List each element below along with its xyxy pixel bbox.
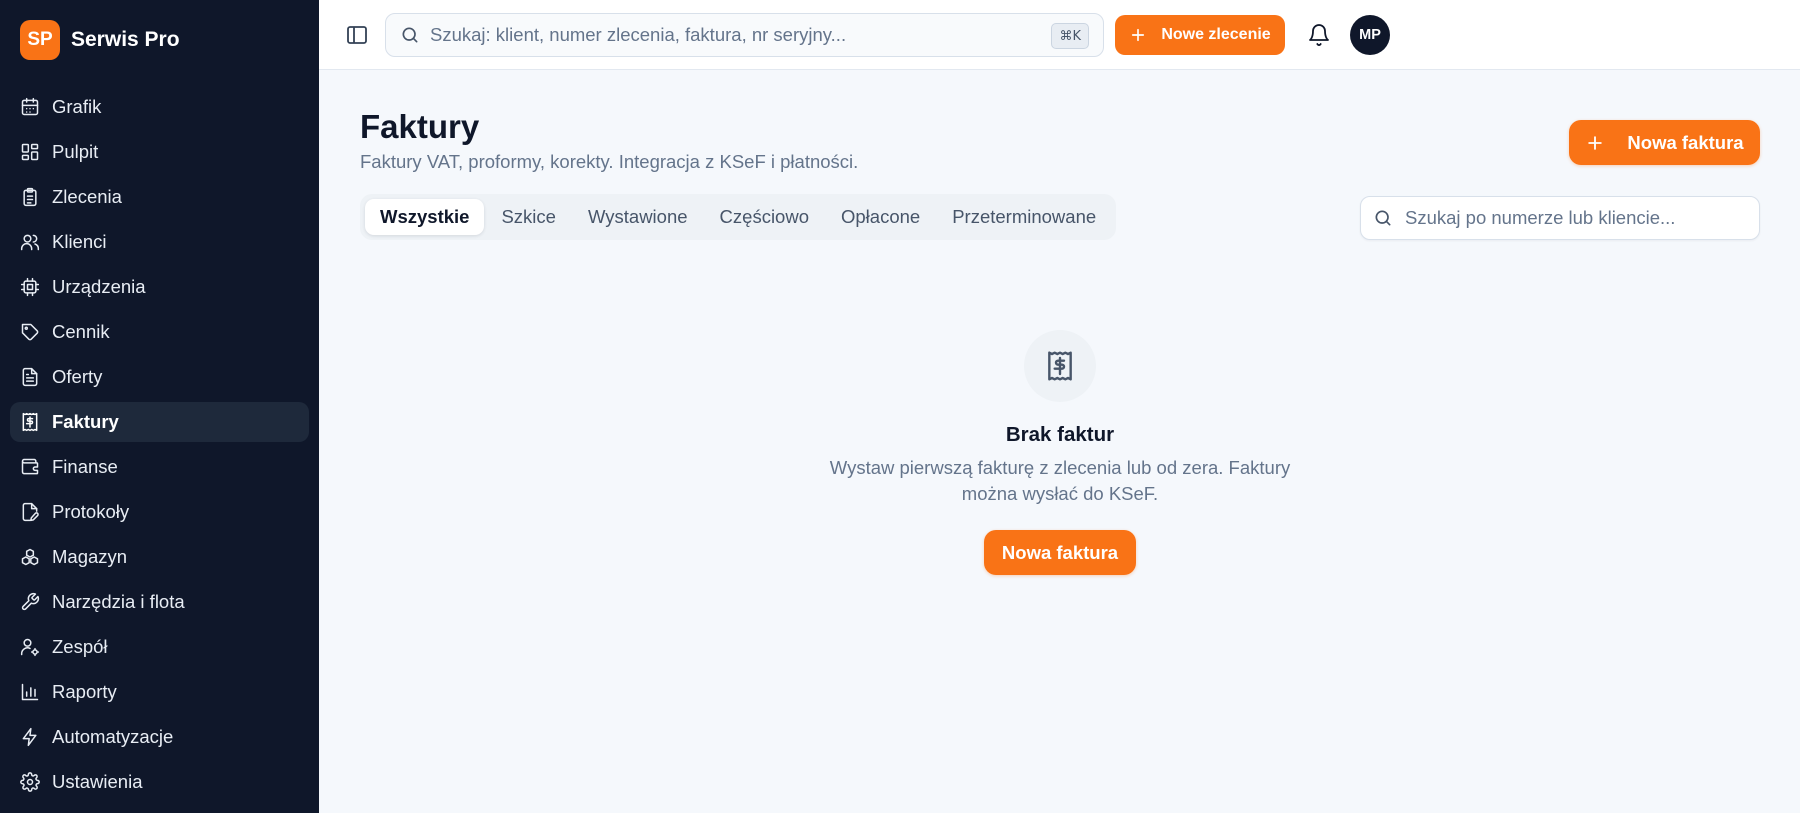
tab-partial[interactable]: Częściowo (705, 199, 824, 235)
calendar-icon (21, 97, 39, 116)
lightning-icon (22, 727, 37, 747)
sidebar-item-label: Raporty (52, 681, 117, 702)
sidebar-nav: Grafik Pulpit Zlecenia Klienci Urządzeni… (10, 87, 309, 807)
sidebar-item-zespol[interactable]: Zespół (10, 627, 309, 667)
sidebar-toggle-button[interactable] (345, 23, 369, 47)
empty-state-text: Wystaw pierwszą fakturę z zlecenia lub o… (829, 457, 1291, 504)
sidebar-toggle-icon (347, 26, 367, 44)
sidebar-item-label: Narzędzia i flota (52, 591, 185, 612)
sidebar-item-label: Klienci (52, 231, 107, 252)
sidebar-item-narzedzia[interactable]: Narzędzia i flota (10, 582, 309, 622)
sidebar-item-label: Zlecenia (52, 186, 122, 207)
sidebar-item-klienci[interactable]: Klienci (10, 222, 309, 262)
bar-chart-icon (21, 683, 39, 701)
plus-icon (1132, 28, 1145, 42)
search-icon (1375, 210, 1391, 226)
sidebar-item-protokoly[interactable]: Protokoły (10, 492, 309, 532)
sidebar: SP Serwis Pro Grafik Pulpit Zlecenia Kli… (0, 0, 319, 813)
brand-logo: SP (20, 20, 60, 60)
notifications-button[interactable] (1307, 23, 1331, 47)
users-icon (20, 234, 40, 251)
sidebar-item-label: Protokoły (52, 501, 130, 522)
sidebar-item-label: Magazyn (52, 546, 128, 567)
sidebar-item-label: Pulpit (52, 141, 99, 162)
invoice-search[interactable] (1360, 196, 1760, 240)
search-icon (402, 27, 418, 43)
empty-state-new-invoice-button[interactable]: Nowa faktura (984, 530, 1136, 575)
empty-state-icon-wrap (1024, 330, 1096, 402)
edit-document-icon (22, 502, 39, 522)
sidebar-item-label: Grafik (52, 96, 102, 117)
new-order-label: Nowe zlecenie (1161, 26, 1271, 43)
sidebar-item-label: Finanse (52, 456, 118, 477)
global-search-input[interactable] (430, 24, 1030, 46)
sidebar-item-label: Automatyzacje (52, 726, 174, 747)
sidebar-item-label: Urządzenia (52, 276, 146, 297)
tab-all[interactable]: Wszystkie (365, 199, 485, 235)
user-cog-icon (20, 638, 40, 657)
page-subtitle: Faktury VAT, proformy, korekty. Integrac… (360, 151, 859, 172)
receipt-icon (22, 412, 38, 432)
sidebar-item-urzadzenia[interactable]: Urządzenia (10, 267, 309, 307)
brand-name: Serwis Pro (71, 28, 180, 51)
dashboard-icon (21, 143, 39, 161)
page-title: Faktury (360, 108, 480, 145)
search-shortcut-badge: ⌘K (1051, 23, 1089, 49)
sidebar-item-label: Ustawienia (52, 771, 143, 792)
sidebar-item-grafik[interactable]: Grafik (10, 87, 309, 127)
sidebar-item-cennik[interactable]: Cennik (10, 312, 309, 352)
new-order-button[interactable]: Nowe zlecenie (1115, 15, 1285, 55)
sidebar-item-pulpit[interactable]: Pulpit (10, 132, 309, 172)
sidebar-item-finanse[interactable]: Finanse (10, 447, 309, 487)
sidebar-item-label: Cennik (52, 321, 110, 342)
wallet-icon (21, 458, 39, 475)
wrench-icon (21, 592, 40, 611)
clipboard-icon (23, 187, 37, 207)
cpu-icon (20, 277, 40, 297)
sidebar-item-magazyn[interactable]: Magazyn (10, 537, 309, 577)
user-avatar[interactable]: MP (1350, 15, 1390, 55)
sidebar-item-label: Oferty (52, 366, 103, 387)
sidebar-item-automatyzacje[interactable]: Automatyzacje (10, 717, 309, 757)
tab-overdue[interactable]: Przeterminowane (937, 199, 1111, 235)
boxes-icon (21, 548, 39, 566)
bell-icon (1309, 24, 1329, 46)
global-search[interactable]: ⌘K (385, 13, 1104, 57)
sidebar-item-ustawienia[interactable]: Ustawienia (10, 762, 309, 802)
plus-icon (1588, 135, 1603, 150)
sidebar-item-faktury[interactable]: Faktury (10, 402, 309, 442)
sidebar-item-raporty[interactable]: Raporty (10, 672, 309, 712)
invoice-search-input[interactable] (1405, 207, 1745, 229)
topbar: ⌘K Nowe zlecenie MP (319, 0, 1800, 70)
new-invoice-button[interactable]: Nowa faktura (1569, 120, 1760, 165)
brand[interactable]: SP Serwis Pro (20, 20, 180, 60)
tab-issued[interactable]: Wystawione (573, 199, 703, 235)
new-invoice-label: Nowa faktura (1627, 131, 1744, 153)
gear-icon (20, 772, 40, 792)
tab-paid[interactable]: Opłacone (826, 199, 935, 235)
tag-icon (21, 323, 39, 341)
tab-drafts[interactable]: Szkice (486, 199, 571, 235)
sidebar-item-label: Faktury (52, 411, 119, 432)
status-tabs: Wszystkie Szkice Wystawione Częściowo Op… (360, 194, 1117, 240)
document-icon (22, 367, 38, 387)
sidebar-item-oferty[interactable]: Oferty (10, 357, 309, 397)
sidebar-item-label: Zespół (52, 636, 108, 657)
empty-state-title: Brak faktur (1005, 423, 1115, 446)
receipt-icon (1048, 351, 1072, 381)
sidebar-item-zlecenia[interactable]: Zlecenia (10, 177, 309, 217)
